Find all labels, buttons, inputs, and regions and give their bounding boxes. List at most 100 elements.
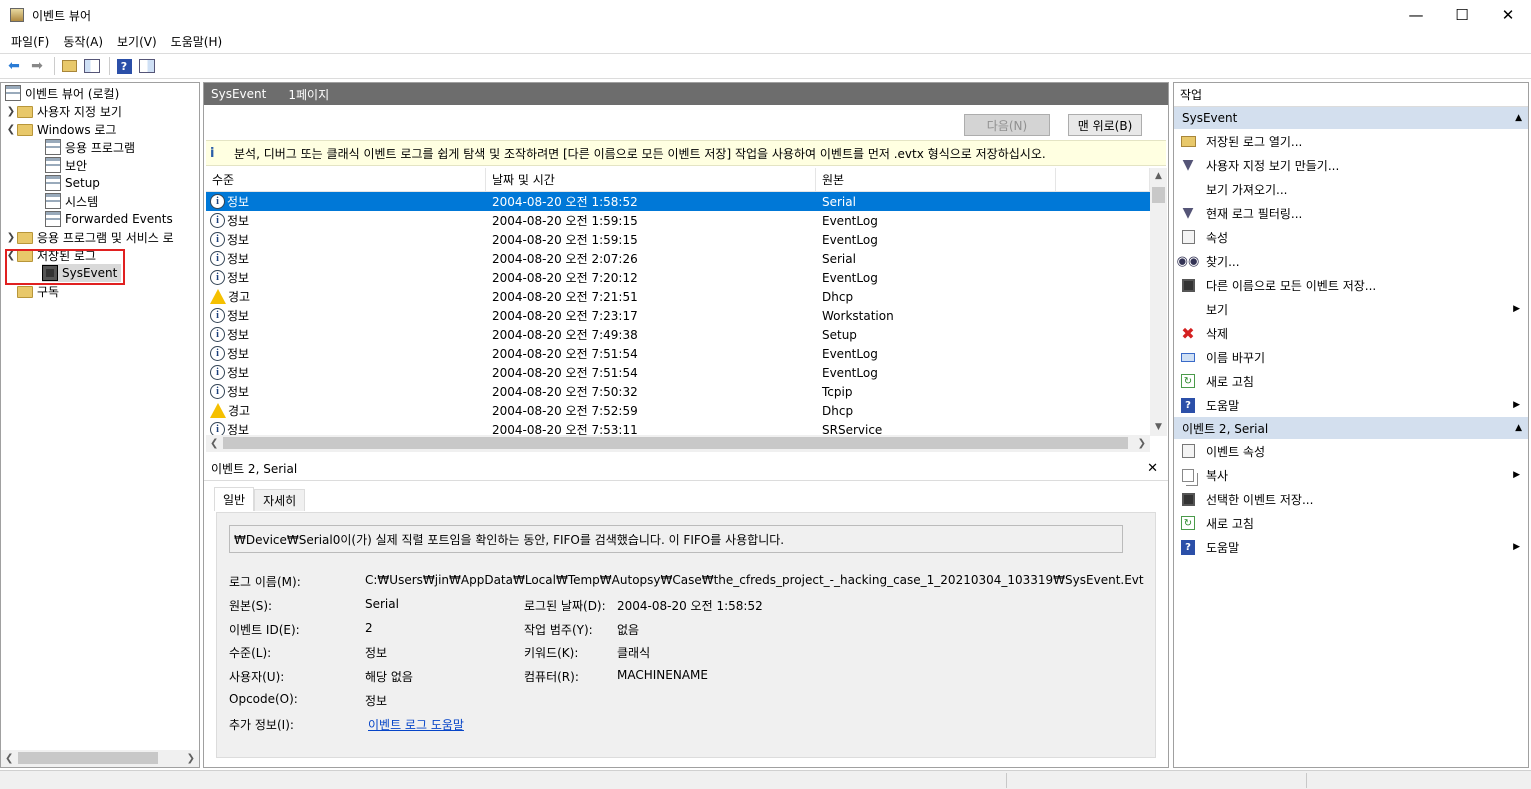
table-row[interactable]: i 정보 2004-08-20 오전 1:59:15 EventLog xyxy=(206,230,1150,249)
scroll-thumb[interactable] xyxy=(18,752,158,764)
collapse-up-icon[interactable]: ▲ xyxy=(1515,113,1522,123)
action-item[interactable]: ▼ 사용자 지정 보기 만들기... xyxy=(1174,153,1528,177)
table-row[interactable]: i 정보 2004-08-20 오전 7:49:38 Setup xyxy=(206,325,1150,344)
table-row[interactable]: i 정보 2004-08-20 오전 2:07:26 Serial xyxy=(206,249,1150,268)
close-window-button[interactable]: ✕ xyxy=(1485,0,1531,30)
level-text: 정보 xyxy=(227,195,250,209)
table-row[interactable]: i 정보 2004-08-20 오전 7:50:32 Tcpip xyxy=(206,382,1150,401)
action-item[interactable]: ↻ 새로 고침 xyxy=(1174,369,1528,393)
level-cell: i 정보 xyxy=(206,250,486,267)
properties-icon xyxy=(1180,229,1196,245)
table-row[interactable]: i 정보 2004-08-20 오전 1:58:52 Serial xyxy=(206,192,1150,211)
column-source[interactable]: 원본 xyxy=(816,168,1056,191)
show-hide-action-pane-icon[interactable] xyxy=(137,56,157,76)
next-page-button[interactable]: 다음(N) xyxy=(964,114,1050,136)
table-row[interactable]: i 정보 2004-08-20 오전 1:59:15 EventLog xyxy=(206,211,1150,230)
help-icon[interactable]: ? xyxy=(114,56,134,76)
action-item[interactable]: 다른 이름으로 모든 이벤트 저장... xyxy=(1174,273,1528,297)
refresh-icon: ↻ xyxy=(1180,373,1196,389)
actions-section-sysevent[interactable]: SysEvent ▲ xyxy=(1174,107,1528,129)
chevron-right-icon[interactable]: ❯ xyxy=(5,106,17,117)
menu-help[interactable]: 도움말(H) xyxy=(164,33,230,50)
menu-view[interactable]: 보기(V) xyxy=(110,33,164,50)
menu-action[interactable]: 동작(A) xyxy=(56,33,110,50)
table-row[interactable]: i 정보 2004-08-20 오전 7:51:54 EventLog xyxy=(206,344,1150,363)
task-category-value: 없음 xyxy=(617,623,640,637)
date-cell: 2004-08-20 오전 1:58:52 xyxy=(492,195,638,209)
scroll-right-arrow-icon[interactable]: ❯ xyxy=(187,753,195,764)
action-item[interactable]: 이름 바꾸기 xyxy=(1174,345,1528,369)
action-item[interactable]: ? 도움말 ▶ xyxy=(1174,535,1528,559)
collapse-up-icon[interactable]: ▲ xyxy=(1515,423,1522,433)
action-item[interactable]: 이벤트 속성 xyxy=(1174,439,1528,463)
action-item[interactable]: 속성 xyxy=(1174,225,1528,249)
tree-item-application[interactable]: 응용 프로그램 xyxy=(45,138,135,156)
action-item[interactable]: 보기 가져오기... xyxy=(1174,177,1528,201)
level-text: 경고 xyxy=(228,290,251,304)
action-item[interactable]: 보기 ▶ xyxy=(1174,297,1528,321)
action-item[interactable]: ✖ 삭제 xyxy=(1174,321,1528,345)
grid-horizontal-scrollbar[interactable]: ❮ ❯ xyxy=(206,435,1150,452)
tree-custom-views[interactable]: ❯ 사용자 지정 보기 xyxy=(5,102,122,120)
scroll-up-arrow-icon[interactable]: ▲ xyxy=(1150,168,1167,185)
actions-header: 작업 xyxy=(1174,83,1528,107)
chevron-down-icon[interactable]: ❮ xyxy=(5,124,17,135)
scroll-left-arrow-icon[interactable]: ❮ xyxy=(210,438,218,449)
tree-windows-logs[interactable]: ❮ Windows 로그 xyxy=(5,120,117,138)
toolbar-separator xyxy=(54,57,55,75)
computer-value: MACHINENAME xyxy=(617,668,708,682)
info-bar: i 분석, 디버그 또는 클래식 이벤트 로그를 쉽게 탐색 및 조작하려면 [… xyxy=(206,140,1166,166)
action-item[interactable]: 저장된 로그 열기... xyxy=(1174,129,1528,153)
maximize-button[interactable]: ☐ xyxy=(1439,0,1485,30)
scroll-thumb[interactable] xyxy=(1152,187,1165,203)
scroll-left-arrow-icon[interactable]: ❮ xyxy=(5,753,13,764)
close-detail-icon[interactable]: ✕ xyxy=(1147,461,1158,476)
scroll-thumb[interactable] xyxy=(223,437,1128,449)
menu-file[interactable]: 파일(F) xyxy=(4,33,56,50)
action-item[interactable]: ▼ 현재 로그 필터링... xyxy=(1174,201,1528,225)
show-hide-console-tree-icon[interactable] xyxy=(82,56,102,76)
forward-arrow-icon[interactable]: ➡ xyxy=(27,56,47,76)
up-folder-icon[interactable] xyxy=(59,56,79,76)
top-button[interactable]: 맨 위로(B) xyxy=(1068,114,1142,136)
tree-root[interactable]: 이벤트 뷰어 (로컬) xyxy=(5,84,119,102)
back-arrow-icon[interactable]: ⬅ xyxy=(4,56,24,76)
action-label: 보기 가져오기... xyxy=(1206,182,1288,197)
source-cell: EventLog xyxy=(822,270,878,285)
tree-item-setup[interactable]: Setup xyxy=(45,174,100,192)
table-row[interactable]: i 정보 2004-08-20 오전 7:53:11 SRService xyxy=(206,420,1150,436)
column-level[interactable]: 수준 xyxy=(206,168,486,191)
action-item[interactable]: 복사 ▶ xyxy=(1174,463,1528,487)
grid-vertical-scrollbar[interactable]: ▲ ▼ xyxy=(1150,168,1167,436)
date-cell: 2004-08-20 오전 7:21:51 xyxy=(492,290,638,304)
table-row[interactable]: i 정보 2004-08-20 오전 7:23:17 Workstation xyxy=(206,306,1150,325)
logged-label: 로그된 날짜(D): xyxy=(524,599,606,613)
level-text: 정보 xyxy=(227,347,250,361)
information-icon: i xyxy=(210,422,225,436)
action-label: 도움말 xyxy=(1206,398,1240,413)
user-label: 사용자(U): xyxy=(229,670,285,684)
column-date[interactable]: 날짜 및 시간 xyxy=(486,168,816,191)
table-row[interactable]: 경고 2004-08-20 오전 7:52:59 Dhcp xyxy=(206,401,1150,420)
tree-item-security[interactable]: 보안 xyxy=(45,156,87,174)
tree-item-forwarded-events[interactable]: Forwarded Events xyxy=(45,210,173,228)
minimize-button[interactable]: — xyxy=(1393,0,1439,30)
table-row[interactable]: i 정보 2004-08-20 오전 7:51:54 EventLog xyxy=(206,363,1150,382)
tree-app-service-logs[interactable]: ❯ 응용 프로그램 및 서비스 로 xyxy=(5,228,174,246)
event-message-box[interactable]: ₩Device₩Serial0이(가) 실제 직렬 포트임을 확인하는 동안, … xyxy=(229,525,1123,553)
tab-details[interactable]: 자세히 xyxy=(254,489,306,511)
tab-general[interactable]: 일반 xyxy=(214,487,255,511)
chevron-right-icon[interactable]: ❯ xyxy=(5,232,17,243)
table-row[interactable]: i 정보 2004-08-20 오전 7:20:12 EventLog xyxy=(206,268,1150,287)
tree-horizontal-scrollbar[interactable]: ❮ ❯ xyxy=(1,750,199,767)
event-log-help-link[interactable]: 이벤트 로그 도움말 xyxy=(368,716,464,733)
scroll-right-arrow-icon[interactable]: ❯ xyxy=(1138,438,1146,449)
action-item[interactable]: ↻ 새로 고침 xyxy=(1174,511,1528,535)
tree-item-system[interactable]: 시스템 xyxy=(45,192,98,210)
actions-section-event[interactable]: 이벤트 2, Serial ▲ xyxy=(1174,417,1528,439)
scroll-down-arrow-icon[interactable]: ▼ xyxy=(1150,419,1167,436)
action-item[interactable]: ? 도움말 ▶ xyxy=(1174,393,1528,417)
action-item[interactable]: 선택한 이벤트 저장... xyxy=(1174,487,1528,511)
table-row[interactable]: 경고 2004-08-20 오전 7:21:51 Dhcp xyxy=(206,287,1150,306)
action-item[interactable]: ◉◉ 찾기... xyxy=(1174,249,1528,273)
